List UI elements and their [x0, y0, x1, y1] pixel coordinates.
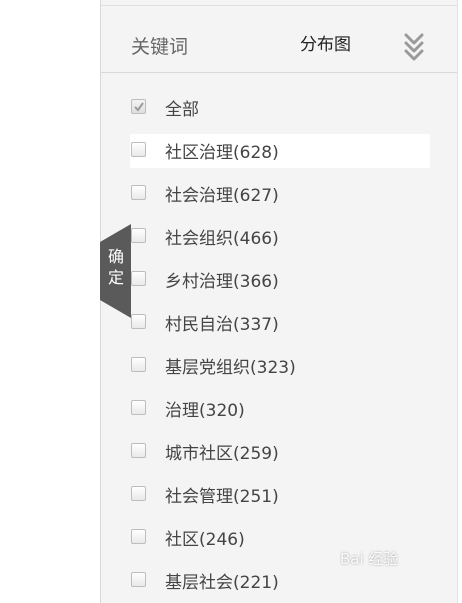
checkbox[interactable]: [131, 314, 146, 329]
keyword-list-item[interactable]: 社会组织(466): [101, 215, 457, 258]
keyword-list-item[interactable]: 社会治理(627): [101, 172, 457, 215]
confirm-button-label[interactable]: 确 定: [105, 246, 127, 288]
checkbox[interactable]: [131, 529, 146, 544]
checkbox[interactable]: [131, 271, 146, 286]
keyword-list-item[interactable]: 乡村治理(366): [101, 258, 457, 301]
keyword-label: 乡村治理(366): [165, 272, 279, 292]
keyword-list: 全部社区治理(628) 社会治理(627) 社会组织(466) 乡村治理(366) 村民…: [101, 86, 457, 602]
keyword-filter-panel: 关键词 分布图 全部社区治理(628) 社会治理(627) 社会组织(466) 乡村治…: [100, 0, 458, 603]
keyword-label: 社会管理(251): [165, 487, 279, 507]
checkbox[interactable]: [131, 357, 146, 372]
keyword-label: 治理(320): [165, 401, 245, 421]
keyword-list-item[interactable]: 社会管理(251): [101, 473, 457, 516]
keyword-label: 社区(246): [165, 530, 245, 550]
keyword-list-item[interactable]: 社区治理(628): [101, 129, 457, 172]
checkbox[interactable]: [131, 486, 146, 501]
keyword-label: 社会组织(466): [165, 229, 279, 249]
keyword-label: 全部: [165, 100, 199, 120]
keyword-label: 城市社区(259): [165, 444, 279, 464]
keyword-list-item[interactable]: 基层党组织(323): [101, 344, 457, 387]
checkbox[interactable]: [131, 443, 146, 458]
keyword-list-item[interactable]: 治理(320): [101, 387, 457, 430]
double-chevron-down-icon[interactable]: [403, 32, 425, 62]
keyword-heading: 关键词: [131, 36, 189, 58]
keyword-list-item[interactable]: 村民自治(337): [101, 301, 457, 344]
keyword-list-item[interactable]: 全部: [101, 86, 457, 129]
checkbox[interactable]: [131, 185, 146, 200]
keyword-label: 村民自治(337): [165, 315, 279, 335]
keyword-label: 基层党组织(323): [165, 358, 296, 378]
keyword-label: 社区治理(628): [165, 143, 279, 163]
panel-header: 关键词 分布图: [101, 6, 457, 73]
checkbox[interactable]: [131, 228, 146, 243]
keyword-list-item[interactable]: 城市社区(259): [101, 430, 457, 473]
checkmark-icon: [134, 102, 144, 112]
keyword-label: 基层社会(221): [165, 573, 279, 593]
distribution-chart-tab[interactable]: 分布图: [300, 30, 351, 55]
keyword-label: 社会治理(627): [165, 186, 279, 206]
keyword-list-item[interactable]: 社区(246): [101, 516, 457, 559]
checkbox[interactable]: [131, 142, 146, 157]
checkbox[interactable]: [131, 99, 146, 114]
keyword-list-item[interactable]: 基层社会(221): [101, 559, 457, 602]
checkbox[interactable]: [131, 572, 146, 587]
baidu-watermark: Bai 经验: [340, 550, 399, 568]
checkbox[interactable]: [131, 400, 146, 415]
